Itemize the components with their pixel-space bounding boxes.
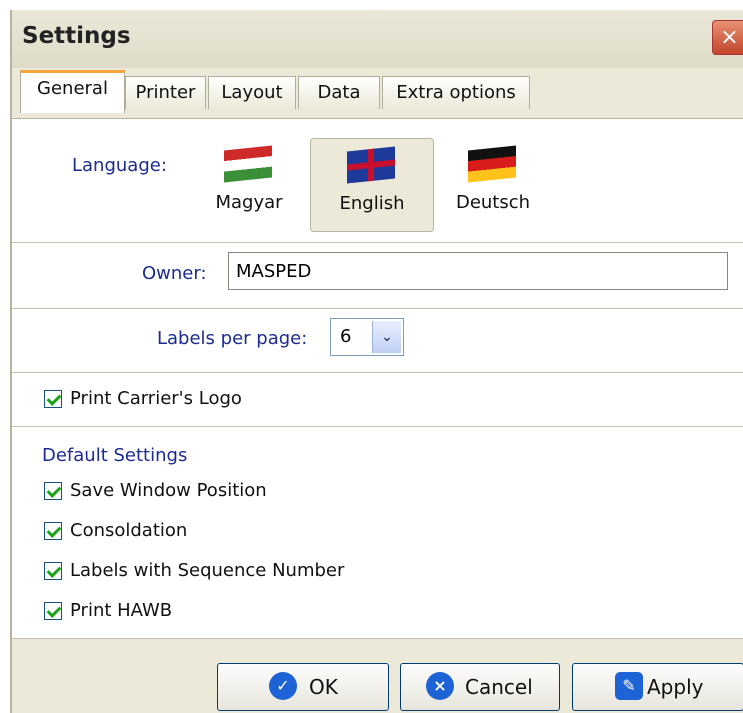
- print-hawb-label: Print HAWB: [70, 600, 173, 621]
- close-icon: ×: [426, 672, 454, 700]
- window-title: Settings: [22, 23, 131, 49]
- tab-printer[interactable]: Printer: [125, 76, 206, 109]
- tab-general[interactable]: General: [20, 70, 125, 113]
- print-logo-checkbox[interactable]: [44, 390, 62, 408]
- chevron-down-icon[interactable]: ⌄: [372, 321, 401, 353]
- labels-per-page-label: Labels per page:: [157, 328, 308, 349]
- default-settings-title: Default Settings: [42, 445, 188, 466]
- language-deutsch[interactable]: Deutsch: [432, 138, 554, 230]
- language-magyar[interactable]: Magyar: [188, 138, 310, 230]
- consolidation-checkbox[interactable]: [44, 522, 62, 540]
- print-hawb-checkbox[interactable]: [44, 602, 62, 620]
- tab-extra-options[interactable]: Extra options: [382, 76, 530, 109]
- sequence-number-label: Labels with Sequence Number: [70, 560, 345, 581]
- hungary-flag-icon: [224, 145, 272, 183]
- cancel-button[interactable]: × Cancel: [400, 663, 560, 711]
- print-logo-label: Print Carrier's Logo: [70, 388, 242, 409]
- pen-icon: ✎: [615, 672, 643, 700]
- apply-button[interactable]: ✎ Apply: [572, 663, 743, 711]
- consolidation-label: Consoldation: [70, 520, 188, 541]
- language-english[interactable]: English: [310, 138, 434, 232]
- checkmark-icon: ✓: [269, 672, 297, 700]
- tab-layout[interactable]: Layout: [208, 76, 296, 109]
- language-section: Language: Magyar English Deutsch: [12, 118, 743, 243]
- logo-section: Print Carrier's Logo: [12, 372, 743, 427]
- language-label: Language:: [72, 155, 167, 176]
- labels-per-page-select[interactable]: 6 ⌄: [330, 318, 404, 356]
- ok-button[interactable]: ✓ OK: [217, 663, 389, 711]
- save-window-position-checkbox[interactable]: [44, 482, 62, 500]
- save-window-position-label: Save Window Position: [70, 480, 267, 501]
- tab-data[interactable]: Data: [298, 76, 380, 109]
- sequence-number-checkbox[interactable]: [44, 562, 62, 580]
- owner-input[interactable]: MASPED: [228, 252, 728, 290]
- owner-section: Owner: MASPED: [12, 242, 743, 309]
- labels-per-page-section: Labels per page: 6 ⌄: [12, 308, 743, 373]
- title-bar: Settings ×: [12, 10, 743, 68]
- close-icon: ×: [720, 25, 739, 50]
- germany-flag-icon: [468, 145, 516, 183]
- uk-flag-icon: [347, 146, 395, 184]
- settings-window: Settings × General Printer Layout Data E…: [10, 10, 743, 713]
- close-button[interactable]: ×: [712, 20, 743, 55]
- owner-label: Owner:: [142, 263, 207, 284]
